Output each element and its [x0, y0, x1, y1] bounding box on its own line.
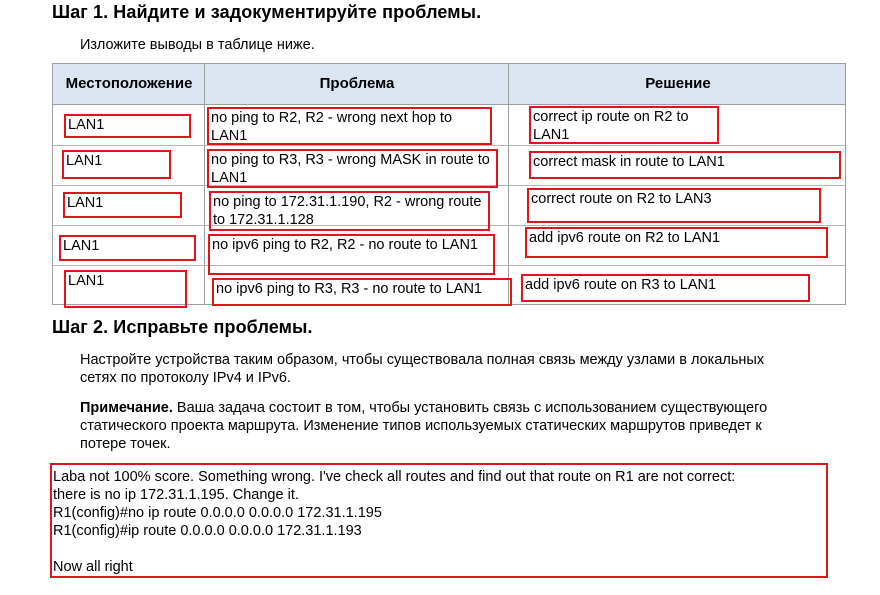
step1-heading: Шаг 1. Найдите и задокументируйте пробле… [52, 2, 482, 22]
comment-line-6: Now all right [53, 559, 133, 575]
row-3-location: LAN1 [63, 192, 182, 218]
step1-instruction: Изложите выводы в таблице ниже. [80, 37, 315, 53]
row-4-location: LAN1 [59, 235, 196, 261]
row-3-problem: no ping to 172.31.1.190, R2 - wrong rout… [209, 191, 490, 231]
comment-line-1: Laba not 100% score. Something wrong. I'… [53, 469, 736, 485]
header-problem: Проблема [319, 75, 395, 92]
row-2-problem: no ping to R3, R3 - wrong MASK in route … [207, 149, 498, 188]
column-divider [204, 64, 205, 304]
row-5-solution: add ipv6 route on R3 to LAN1 [521, 274, 810, 302]
row-1-location: LAN1 [64, 114, 191, 138]
row-1-solution: correct ip route on R2 to LAN1 [529, 106, 719, 144]
note-label: Примечание. [80, 400, 173, 416]
note-text-3: потере точек. [80, 436, 171, 452]
step2-heading: Шаг 2. Исправьте проблемы. [52, 317, 313, 337]
user-comment-box: Laba not 100% score. Something wrong. I'… [50, 463, 828, 578]
row-5-problem: no ipv6 ping to R3, R3 - no route to LAN… [212, 278, 512, 306]
row-2-location: LAN1 [62, 150, 171, 179]
step2-note: Примечание. Ваша задача состоит в том, ч… [80, 399, 767, 453]
step2-paragraph: Настройте устройства таким образом, чтоб… [80, 351, 764, 387]
step2-paragraph-line-1: Настройте устройства таким образом, чтоб… [80, 352, 765, 368]
row-1-problem: no ping to R2, R2 - wrong next hop to LA… [207, 107, 492, 145]
row-4-solution: add ipv6 route on R2 to LAN1 [525, 227, 828, 258]
comment-line-3: R1(config)#no ip route 0.0.0.0 0.0.0.0 1… [53, 505, 382, 521]
row-2-solution: correct mask in route to LAN1 [529, 151, 841, 179]
note-text-1: Ваша задача состоит в том, чтобы установ… [172, 400, 768, 416]
step2-paragraph-line-2: сетях по протоколу IPv4 и IPv6. [80, 370, 291, 386]
header-solution: Решение [645, 75, 711, 92]
header-location: Местоположение [65, 75, 193, 92]
comment-line-5 [53, 540, 826, 558]
comment-line-2: there is no ip 172.31.1.195. Change it. [53, 487, 299, 503]
table-header-row: Местоположение Проблема Решение [53, 64, 845, 105]
row-5-location: LAN1 [64, 270, 187, 308]
row-3-solution: correct route on R2 to LAN3 [527, 188, 821, 223]
column-divider [508, 64, 509, 304]
row-divider [53, 145, 845, 146]
row-4-problem: no ipv6 ping to R2, R2 - no route to LAN… [208, 234, 495, 275]
findings-table: Местоположение Проблема Решение LAN1 no … [52, 63, 846, 308]
note-text-2: статического проекта маршрута. Изменение… [80, 418, 762, 434]
comment-line-4: R1(config)#ip route 0.0.0.0 0.0.0.0 172.… [53, 523, 362, 539]
